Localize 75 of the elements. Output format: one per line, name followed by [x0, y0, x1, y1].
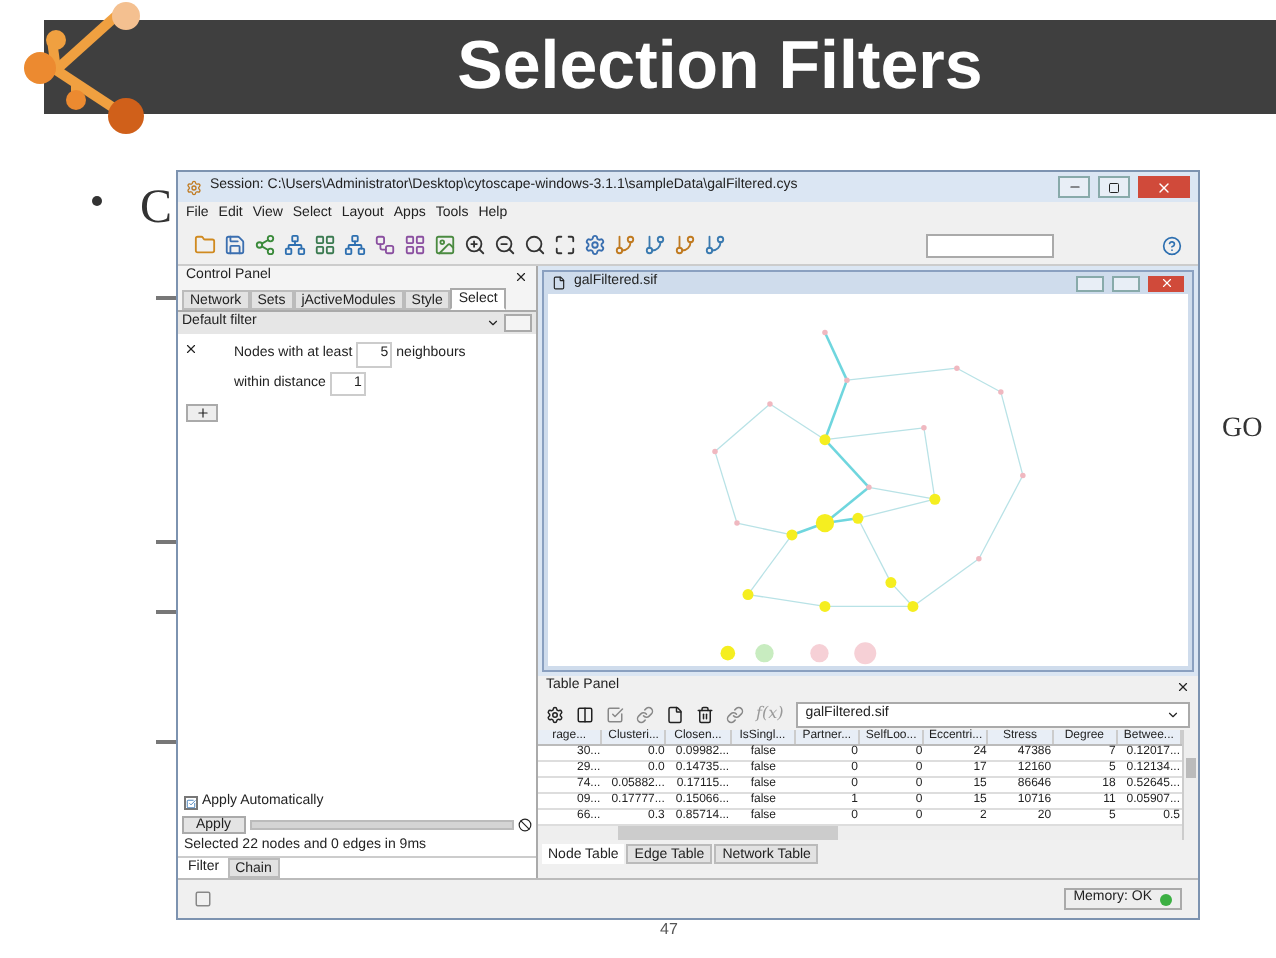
checkbox[interactable] [184, 796, 198, 810]
vertical-scrollbar[interactable] [1182, 730, 1198, 840]
graph-node [906, 600, 918, 612]
plus-icon [195, 406, 209, 420]
graph-node [809, 644, 828, 663]
fit-icon[interactable] [554, 234, 576, 256]
graph-node [920, 425, 926, 431]
search-icon[interactable] [524, 234, 546, 256]
bullet-icon [92, 196, 102, 206]
branch-icon[interactable] [674, 234, 696, 256]
search-field[interactable] [926, 233, 1054, 257]
network-icon[interactable] [284, 234, 306, 256]
branch-icon[interactable] [644, 234, 666, 256]
network-icon[interactable] [254, 234, 276, 256]
link-icon[interactable] [636, 705, 654, 723]
caret-icon [1166, 707, 1180, 721]
close-icon [1159, 276, 1173, 290]
maximize-button[interactable] [1098, 176, 1130, 198]
trash-icon[interactable] [696, 705, 714, 723]
horizontal-scrollbar[interactable] [538, 826, 1182, 840]
workflow-icon[interactable] [374, 234, 396, 256]
network-icon[interactable] [344, 234, 366, 256]
document-icon [552, 276, 566, 290]
document-icon[interactable] [666, 705, 684, 723]
graph-node [818, 434, 830, 446]
graph-node [851, 512, 863, 524]
help-icon[interactable] [1162, 235, 1182, 255]
graph-node [975, 556, 981, 562]
bullet-text: C [140, 180, 173, 238]
graph-node [928, 493, 940, 505]
image-icon[interactable] [434, 234, 456, 256]
graph-node [1019, 472, 1025, 479]
columns-icon[interactable] [576, 705, 594, 723]
graph-node [741, 589, 753, 601]
graph-node [865, 484, 871, 491]
graph-node [733, 520, 739, 526]
graph-node [766, 401, 772, 407]
checkbox-icon[interactable] [606, 705, 624, 723]
branch-icon[interactable] [704, 234, 726, 256]
close-icon[interactable] [514, 270, 528, 284]
grid-icon[interactable] [314, 234, 336, 256]
cancel-icon[interactable] [518, 817, 532, 831]
graph-node [719, 645, 735, 661]
app-icon [186, 179, 202, 195]
zoom-out-icon[interactable] [494, 234, 516, 256]
zoom-in-icon[interactable] [464, 234, 486, 256]
bullet-text: GO [1222, 412, 1263, 448]
maximize-icon [1108, 181, 1120, 193]
remove-icon[interactable] [184, 342, 198, 356]
graph-node [953, 365, 959, 371]
graph-node [814, 513, 834, 533]
graph-node [821, 329, 827, 336]
close-icon [1156, 179, 1172, 195]
add-button[interactable] [186, 404, 218, 422]
graph-node [884, 577, 896, 589]
graph-node [997, 389, 1003, 395]
close-button[interactable] [1148, 275, 1184, 291]
minimize-icon [1067, 180, 1081, 194]
graph-node [785, 529, 797, 541]
graph-node [853, 642, 876, 665]
graph-node [754, 644, 773, 663]
branch-icon[interactable] [614, 234, 636, 256]
page-number: 47 [660, 922, 678, 938]
close-icon[interactable] [1176, 680, 1190, 694]
slide-title: Selection Filters [457, 26, 983, 108]
graph-node [711, 448, 717, 455]
graph-node [843, 377, 849, 383]
save-icon[interactable] [224, 234, 246, 256]
grid-icon[interactable] [404, 234, 426, 256]
caret-icon[interactable] [486, 316, 500, 330]
folder-icon[interactable] [194, 234, 216, 256]
link-icon[interactable] [726, 705, 744, 723]
settings-icon[interactable] [546, 705, 564, 723]
panel-icon[interactable] [194, 890, 212, 908]
graph-node [818, 600, 830, 612]
